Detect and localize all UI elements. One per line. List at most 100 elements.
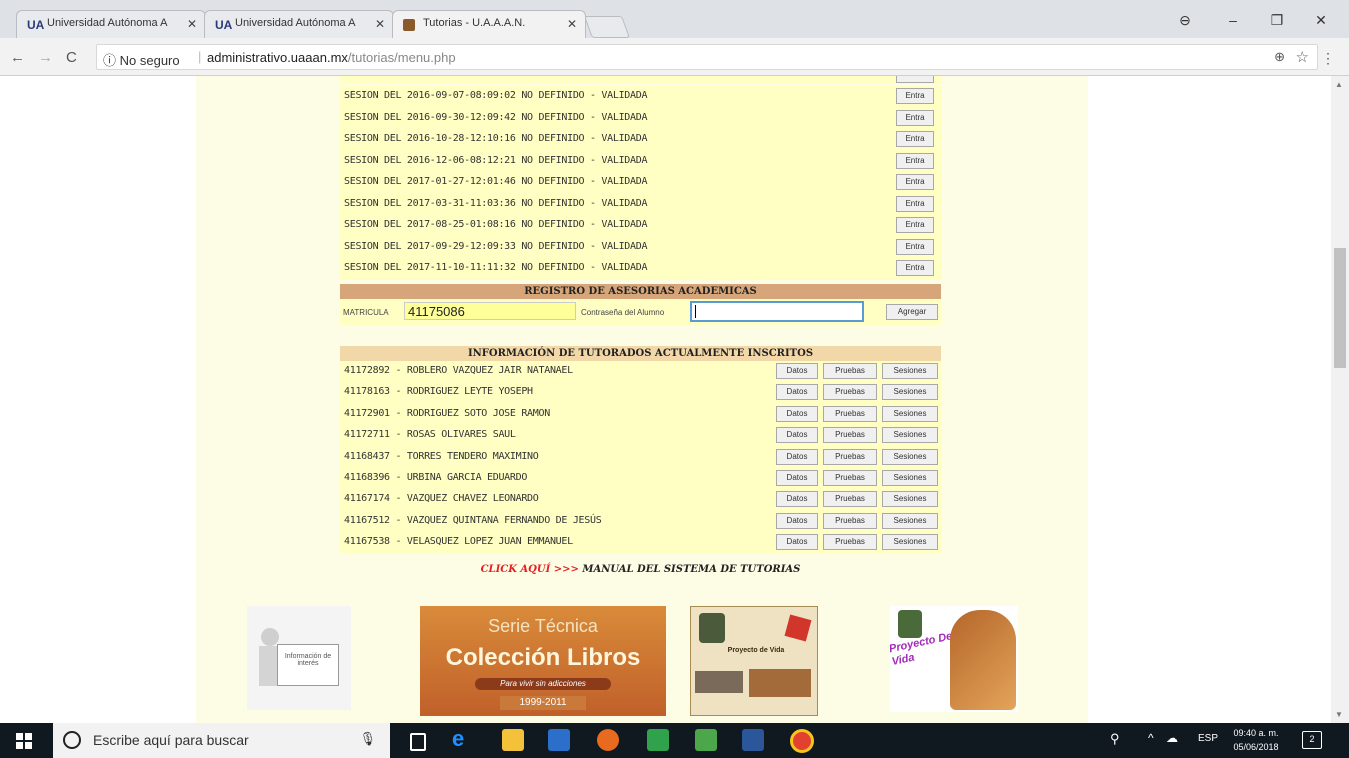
bookmark-star-icon[interactable]: ☆ <box>1296 48 1309 66</box>
new-tab-button[interactable] <box>583 16 631 38</box>
scroll-up-arrow-icon[interactable]: ▲ <box>1335 80 1343 89</box>
sesiones-button[interactable]: Sesiones <box>882 448 938 465</box>
datos-button[interactable]: Datos <box>776 512 818 529</box>
entra-button-partial[interactable] <box>896 76 934 83</box>
minimize-button[interactable]: – <box>1218 12 1248 28</box>
proyecto-de-vida-banner[interactable]: Proyecto De Vida <box>888 606 1018 712</box>
pruebas-button[interactable]: Pruebas <box>823 470 877 486</box>
browser-tab-1[interactable]: UA Universidad Autónoma A ✕ <box>16 10 206 38</box>
tutorado-text: 41172901 - RODRIGUEZ SOTO JOSE RAMON <box>344 407 550 419</box>
pruebas-button[interactable]: Pruebas <box>823 534 877 551</box>
datos-button[interactable]: Datos <box>776 405 818 422</box>
serie-tecnica-banner[interactable]: Serie Técnica Colección Libros Para vivi… <box>420 606 666 716</box>
pruebas-button[interactable]: Pruebas <box>823 448 877 465</box>
word-icon[interactable] <box>742 729 764 751</box>
sesiones-button[interactable]: Sesiones <box>882 363 938 379</box>
sesiones-button[interactable]: Sesiones <box>882 534 938 551</box>
url-field[interactable]: ⓘ No seguro | administrativo.uaaan.mx/tu… <box>96 44 1318 70</box>
notification-center-icon[interactable]: 2 <box>1302 731 1322 749</box>
scroll-down-arrow-icon[interactable]: ▼ <box>1335 710 1343 719</box>
sesiones-button[interactable]: Sesiones <box>882 405 938 422</box>
network-icon[interactable]: ☁ <box>1166 731 1178 745</box>
sesiones-button[interactable]: Sesiones <box>882 491 938 508</box>
close-tab-icon[interactable]: ✕ <box>375 17 385 31</box>
page-scrollbar[interactable]: ▲ ▼ <box>1331 76 1349 723</box>
text-cursor <box>695 305 696 318</box>
clock[interactable]: 09:40 a. m. 05/06/2018 <box>1228 726 1284 754</box>
entra-button[interactable]: Entra <box>896 238 934 255</box>
tutorado-text: 41167512 - VAZQUEZ QUINTANA FERNANDO DE … <box>344 514 602 526</box>
datos-button[interactable]: Datos <box>776 363 818 379</box>
restore-button[interactable]: ❐ <box>1262 12 1292 29</box>
people-icon[interactable]: ⚲ <box>1110 731 1120 747</box>
tutorado-row: 41167538 - VELASQUEZ LOPEZ JUAN EMMANUEL… <box>340 532 941 553</box>
store-icon[interactable] <box>548 729 570 751</box>
pruebas-button[interactable]: Pruebas <box>823 512 877 529</box>
datos-button[interactable]: Datos <box>776 384 818 401</box>
datos-button[interactable]: Datos <box>776 448 818 465</box>
app-green-icon[interactable] <box>647 729 669 751</box>
student-password-input[interactable] <box>690 301 864 322</box>
entra-button[interactable]: Entra <box>896 109 934 126</box>
firefox-icon[interactable] <box>597 729 619 751</box>
profile-icon[interactable]: ⊖ <box>1170 12 1200 29</box>
sesiones-button[interactable]: Sesiones <box>882 427 938 444</box>
microphone-icon[interactable]: 🎙 <box>359 731 376 747</box>
agregar-button[interactable]: Agregar <box>886 304 938 320</box>
windows-start-icon[interactable] <box>16 733 32 749</box>
tray-chevron-icon[interactable]: ^ <box>1148 731 1154 745</box>
excel-like-icon[interactable] <box>695 729 717 751</box>
menu-kebab-icon[interactable]: ⋮ <box>1321 50 1335 67</box>
edge-browser-icon[interactable]: e <box>452 726 474 751</box>
pruebas-button[interactable]: Pruebas <box>823 405 877 422</box>
language-indicator[interactable]: ESP <box>1198 733 1218 744</box>
chrome-icon[interactable] <box>790 729 814 753</box>
tutorado-text: 41178163 - RODRIGUEZ LEYTE YOSEPH <box>344 386 533 398</box>
entra-button[interactable]: Entra <box>896 195 934 212</box>
zoom-icon[interactable]: ⊕ <box>1274 49 1285 65</box>
forward-arrow-icon[interactable]: → <box>38 49 53 66</box>
browser-tab-2[interactable]: UA Universidad Autónoma A ✕ <box>204 10 394 38</box>
tutorado-row: 41168437 - TORRES TENDERO MAXIMINO Datos P… <box>340 447 941 468</box>
close-tab-icon[interactable]: ✕ <box>567 17 577 31</box>
ua-favicon-icon: UA <box>27 18 45 32</box>
entra-button[interactable]: Entra <box>896 174 934 190</box>
security-label: No seguro <box>119 53 180 68</box>
matricula-input[interactable]: 41175086 <box>404 302 576 320</box>
entra-button[interactable]: Entra <box>896 131 934 147</box>
scrollbar-thumb[interactable] <box>1334 248 1346 368</box>
close-tab-icon[interactable]: ✕ <box>187 17 197 31</box>
pruebas-button[interactable]: Pruebas <box>823 384 877 401</box>
page-viewport: SESION DEL 2016-09-07-08:09:02 NO DEFINI… <box>0 76 1331 723</box>
pruebas-button[interactable]: Pruebas <box>823 491 877 508</box>
sesiones-button[interactable]: Sesiones <box>882 384 938 401</box>
manual-link[interactable]: CLICK AQUÍ >>> MANUAL DEL SISTEMA DE TUT… <box>340 564 941 575</box>
taskbar-search[interactable]: Escribe aquí para buscar 🎙 <box>53 723 390 758</box>
crest-favicon-icon <box>403 19 415 31</box>
close-window-button[interactable]: ✕ <box>1306 12 1336 29</box>
tutorado-text: 41168396 - URBINA GARCIA EDUARDO <box>344 472 528 483</box>
years-text: 1999-2011 <box>500 696 586 710</box>
datos-button[interactable]: Datos <box>776 491 818 508</box>
datos-button[interactable]: Datos <box>776 534 818 551</box>
sesiones-button[interactable]: Sesiones <box>882 470 938 486</box>
browser-tab-3-active[interactable]: Tutorias - U.A.A.A.N. ✕ <box>392 10 586 38</box>
reload-icon[interactable]: C <box>66 49 77 66</box>
task-view-icon[interactable] <box>410 733 426 751</box>
datos-button[interactable]: Datos <box>776 470 818 486</box>
entra-button[interactable]: Entra <box>896 152 934 169</box>
entra-button[interactable]: Entra <box>896 260 934 276</box>
proyecto-vida-book-banner[interactable]: Proyecto de Vida <box>690 606 818 716</box>
tutorados-list: 41172892 - ROBLERO VAZQUEZ JAIR NATANAEL… <box>340 361 941 553</box>
pruebas-button[interactable]: Pruebas <box>823 363 877 379</box>
entra-button[interactable]: Entra <box>896 217 934 233</box>
security-indicator[interactable]: ⓘ No seguro <box>103 50 180 69</box>
file-explorer-icon[interactable] <box>502 729 524 751</box>
entra-button[interactable]: Entra <box>896 88 934 104</box>
sesiones-button[interactable]: Sesiones <box>882 512 938 529</box>
datos-button[interactable]: Datos <box>776 427 818 444</box>
pruebas-button[interactable]: Pruebas <box>823 427 877 444</box>
info-interes-banner[interactable]: Información de interés <box>247 606 351 710</box>
back-arrow-icon[interactable]: ← <box>10 49 25 66</box>
registro-form: MATRICULA 41175086 Contraseña del Alumno… <box>340 299 941 325</box>
